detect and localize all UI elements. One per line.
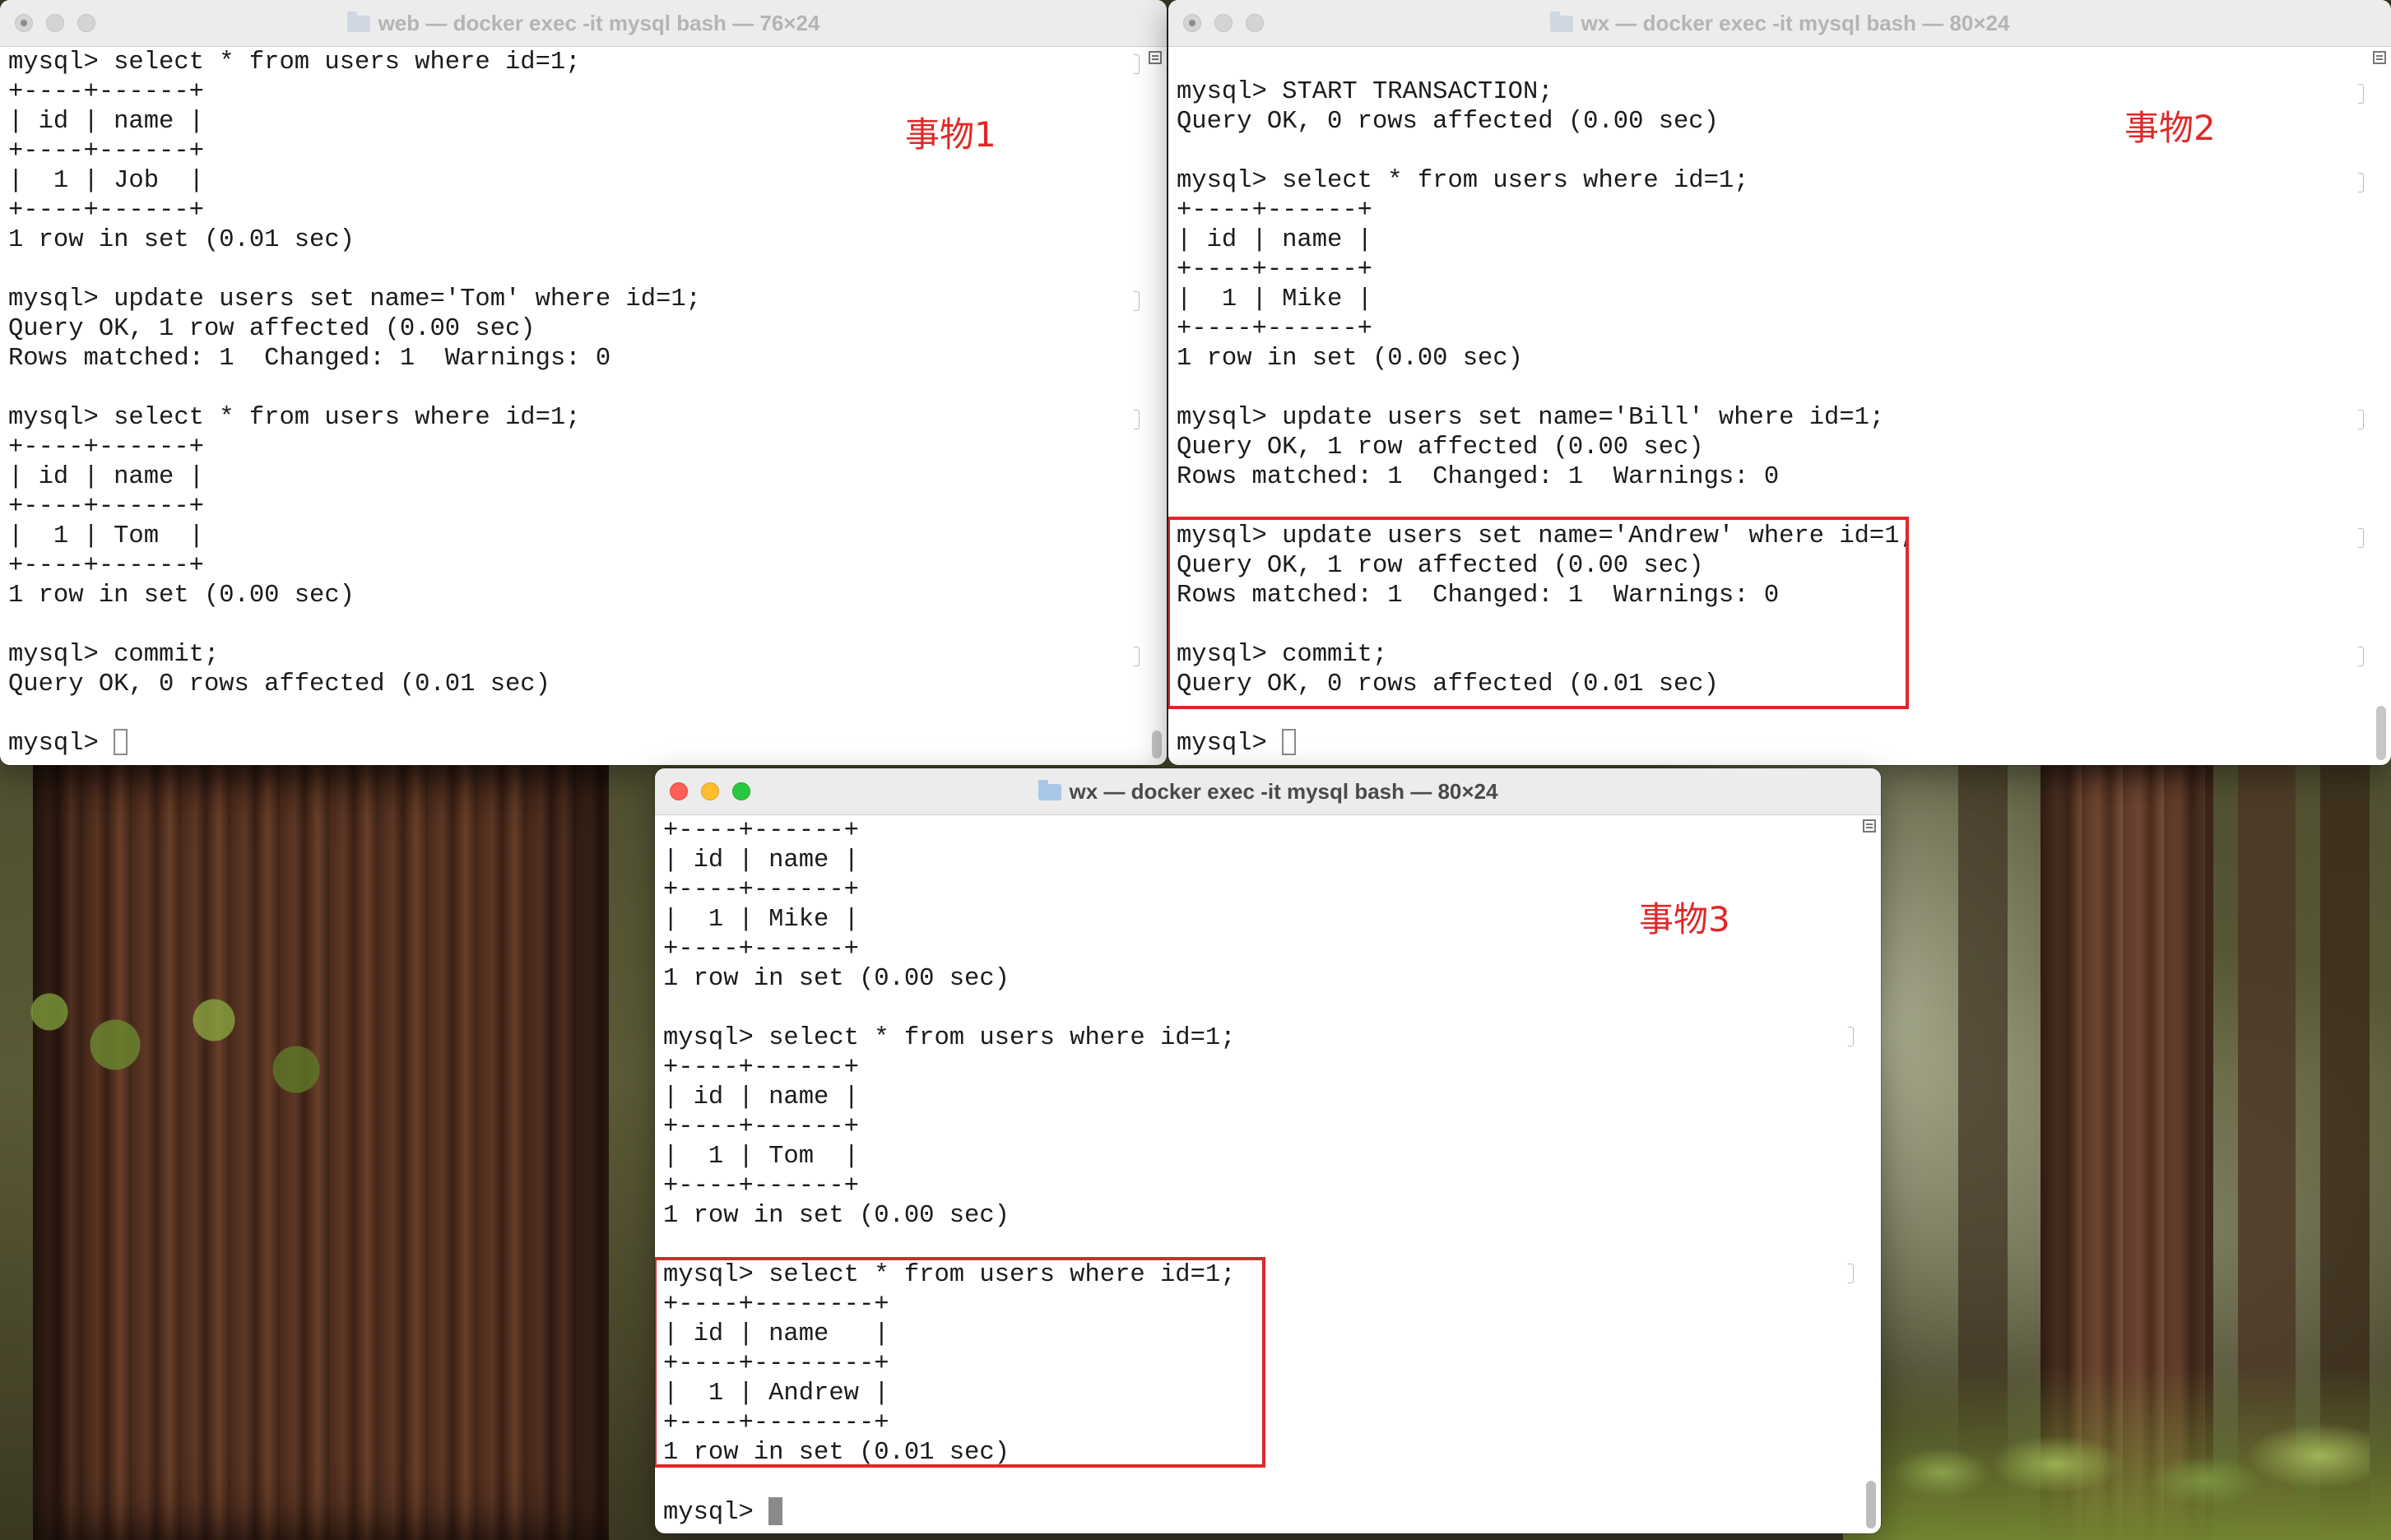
highlight-box [655, 1257, 1265, 1468]
prompt-text: mysql> [1177, 730, 1283, 758]
terminal-line: | 1 | Job | [8, 167, 204, 195]
terminal-line: +----+------+ [663, 1054, 859, 1082]
terminal-line: | id | name | [1177, 226, 1372, 254]
title-bar[interactable]: wx — docker exec -it mysql bash — 80×24 [655, 768, 1881, 815]
terminal-line: 1 row in set (0.00 sec) [663, 1202, 1010, 1230]
terminal-window-1[interactable]: web — docker exec -it mysql bash — 76×24… [0, 0, 1167, 765]
scrollbar-menu-icon[interactable] [1149, 51, 1162, 64]
window-title-text: wx — docker exec -it mysql bash — 80×24 [1581, 11, 2010, 35]
scrollbar-thumb[interactable] [2376, 706, 2386, 760]
terminal-line: +----+------+ [663, 1113, 859, 1141]
cursor-block-icon [114, 729, 128, 755]
terminal-line: mysql> select * from users where id=1; [8, 404, 581, 432]
terminal-line: +----+------+ [1177, 256, 1372, 284]
scrollbar-thumb[interactable] [1152, 731, 1162, 758]
terminal-window-2[interactable]: wx — docker exec -it mysql bash — 80×24 … [1168, 0, 2391, 765]
terminal-line: +----+------+ [8, 197, 204, 225]
terminal-line: | id | name | [663, 1083, 859, 1111]
prompt-text: mysql> [8, 730, 114, 758]
terminal-line: mysql> update users set name='Tom' where… [8, 285, 701, 313]
title-bar[interactable]: web — docker exec -it mysql bash — 76×24 [0, 0, 1167, 47]
terminal-line: +----+------+ [8, 434, 204, 462]
folder-icon [346, 12, 370, 32]
line-marker [1134, 54, 1140, 74]
terminal-line: mysql> update users set name='Bill' wher… [1177, 404, 1885, 432]
annotation-label: 事物3 [1639, 899, 1730, 939]
terminal-line: 1 row in set (0.00 sec) [1177, 345, 1523, 373]
window-title: web — docker exec -it mysql bash — 76×24 [0, 0, 1167, 46]
terminal-line: Query OK, 1 row affected (0.00 sec) [8, 315, 536, 343]
terminal-line: | 1 | Mike | [1177, 285, 1372, 313]
window-title-text: wx — docker exec -it mysql bash — 80×24 [1069, 779, 1498, 804]
terminal-line: mysql> commit; [8, 641, 220, 669]
line-marker [1848, 1027, 1854, 1046]
window-title-text: web — docker exec -it mysql bash — 76×24 [378, 11, 820, 35]
terminal-line: mysql> select * from users where id=1; [8, 49, 581, 77]
terminal-line: | 1 | Tom | [663, 1143, 859, 1171]
terminal-line: Rows matched: 1 Changed: 1 Warnings: 0 [1177, 463, 1780, 491]
folder-icon [1038, 780, 1061, 800]
line-marker [1848, 1264, 1854, 1283]
cursor-block-icon [768, 1497, 783, 1525]
terminal-line: +----+------+ [8, 493, 204, 521]
terminal-line: +----+------+ [663, 817, 859, 845]
prompt-line[interactable]: mysql> [8, 729, 1167, 758]
folder-icon [1549, 12, 1573, 32]
tree-trunk-left [33, 765, 609, 1540]
terminal-line: | id | name | [8, 463, 204, 491]
terminal-line: 1 row in set (0.01 sec) [8, 226, 355, 254]
terminal-window-3[interactable]: wx — docker exec -it mysql bash — 80×24 … [655, 768, 1881, 1533]
terminal-line: mysql> select * from users where id=1; [663, 1024, 1236, 1052]
cursor-block-icon [1282, 729, 1297, 755]
scrollbar-menu-icon[interactable] [1863, 819, 1876, 833]
annotation-label: 事物2 [2124, 108, 2216, 148]
ferns [1892, 1415, 2370, 1540]
line-marker [2358, 528, 2364, 548]
terminal-line: mysql> select * from users where id=1; [1177, 167, 1749, 195]
terminal-line: +----+------+ [8, 552, 204, 580]
prompt-text: mysql> [663, 1499, 769, 1527]
foliage [0, 946, 354, 1127]
scrollbar-thumb[interactable] [1866, 1481, 1876, 1528]
terminal-line: +----+------+ [8, 78, 204, 106]
window-title: wx — docker exec -it mysql bash — 80×24 [655, 768, 1881, 814]
terminal-line: Query OK, 1 row affected (0.00 sec) [1177, 434, 1704, 462]
terminal-line: +----+------+ [1177, 197, 1372, 225]
terminal-line: | id | name | [663, 847, 859, 874]
terminal-line: Query OK, 0 rows affected (0.01 sec) [8, 670, 550, 698]
line-marker [2358, 647, 2364, 666]
line-marker [2358, 84, 2364, 104]
line-marker [1134, 410, 1140, 429]
line-marker [1134, 291, 1140, 311]
terminal-line: 1 row in set (0.00 sec) [8, 582, 355, 610]
prompt-line[interactable]: mysql> [1177, 729, 2391, 758]
terminal-line: Rows matched: 1 Changed: 1 Warnings: 0 [8, 345, 611, 373]
highlight-box [1168, 517, 1909, 709]
annotation-label: 事物1 [905, 114, 996, 155]
line-marker [2358, 173, 2364, 192]
terminal-line: 1 row in set (0.00 sec) [663, 965, 1010, 993]
window-title: wx — docker exec -it mysql bash — 80×24 [1168, 0, 2391, 46]
terminal-line: +----+------+ [1177, 315, 1372, 343]
terminal-line: | 1 | Tom | [8, 522, 204, 550]
terminal-line: +----+------+ [663, 1172, 859, 1200]
scrollbar-menu-icon[interactable] [2373, 51, 2386, 64]
prompt-line[interactable]: mysql> [663, 1497, 1881, 1527]
line-marker [2358, 410, 2364, 429]
line-marker [1134, 647, 1140, 666]
title-bar[interactable]: wx — docker exec -it mysql bash — 80×24 [1168, 0, 2391, 47]
